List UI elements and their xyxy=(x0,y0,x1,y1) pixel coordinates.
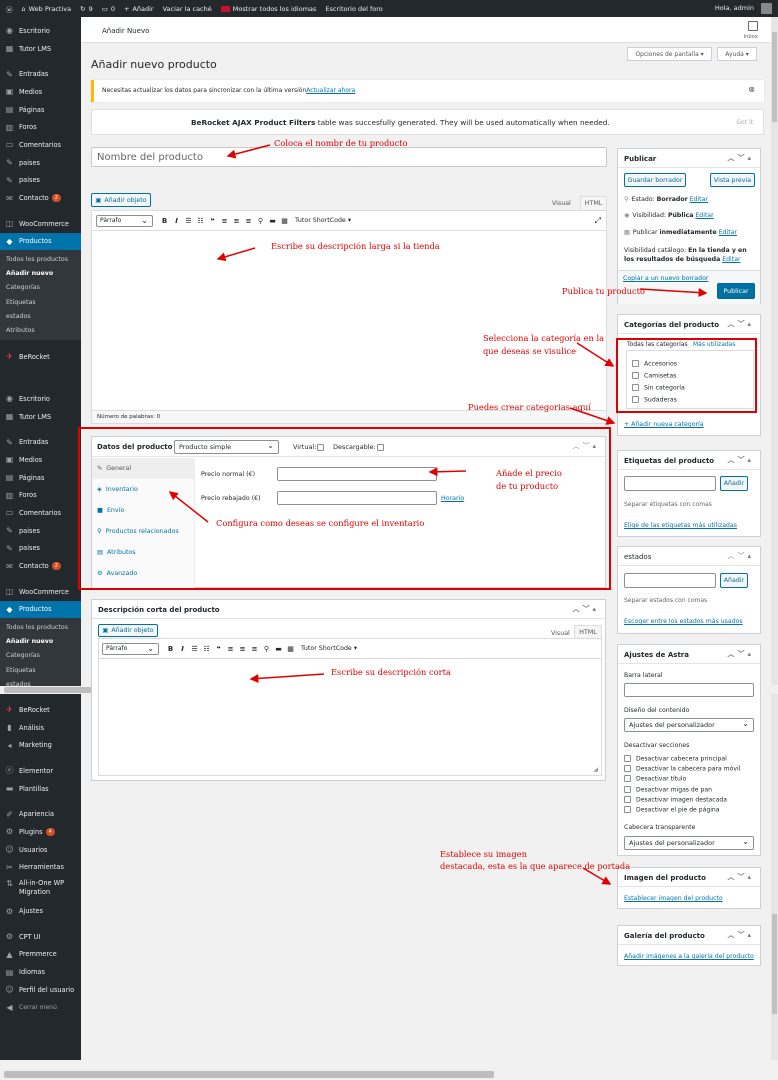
annotation-arrows xyxy=(168,144,708,885)
arrow-image xyxy=(582,867,612,885)
arrow-publish xyxy=(639,288,708,298)
arrow-price xyxy=(428,467,467,477)
arrow-inventory xyxy=(168,491,209,523)
arrow-short-description xyxy=(249,673,325,683)
arrow-title xyxy=(226,144,271,159)
arrow-description xyxy=(216,247,256,262)
arrow-create-category xyxy=(569,407,616,425)
arrow-category xyxy=(576,342,615,367)
